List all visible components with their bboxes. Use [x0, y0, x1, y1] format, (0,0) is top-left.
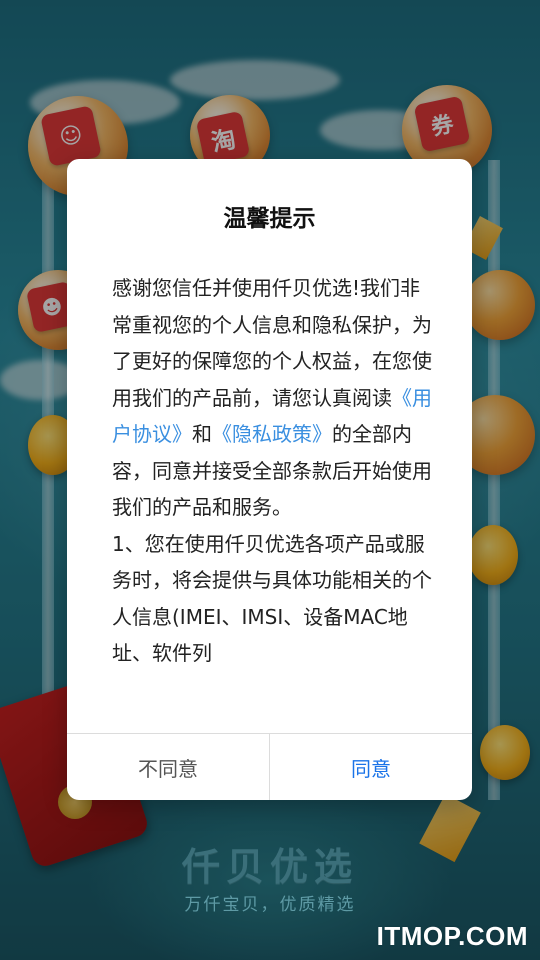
brand-name: 仟贝优选	[181, 845, 358, 889]
dialog-body-text: 感谢您信任并使用仟贝优选!我们非常重视您的个人信息和隐私保护，为了更好的保障您的…	[112, 270, 432, 526]
watermark: ITMOP.COM	[376, 921, 528, 951]
dialog-actions: 不同意 同意	[67, 733, 472, 800]
decline-button[interactable]: 不同意	[67, 734, 270, 800]
privacy-policy-link[interactable]: 《隐私政策》	[212, 422, 332, 446]
item-1-text: 1、您在使用仟贝优选各项产品或服务时，将会提供与具体功能相关的个人信息(IMEI…	[112, 531, 432, 666]
and-text: 和	[192, 422, 212, 446]
privacy-dialog: 温馨提示 感谢您信任并使用仟贝优选!我们非常重视您的个人信息和隐私保护，为了更好…	[67, 159, 472, 800]
dialog-title: 温馨提示	[223, 206, 316, 232]
brand-slogan: 万仟宝贝，优质精选	[184, 895, 356, 915]
dialog-body[interactable]: 感谢您信任并使用仟贝优选!我们非常重视您的个人信息和隐私保护，为了更好的保障您的…	[112, 270, 432, 705]
intro-text: 感谢您信任并使用仟贝优选!我们非常重视您的个人信息和隐私保护，为了更好的保障您的…	[112, 276, 432, 410]
agree-button[interactable]: 同意	[270, 734, 472, 800]
